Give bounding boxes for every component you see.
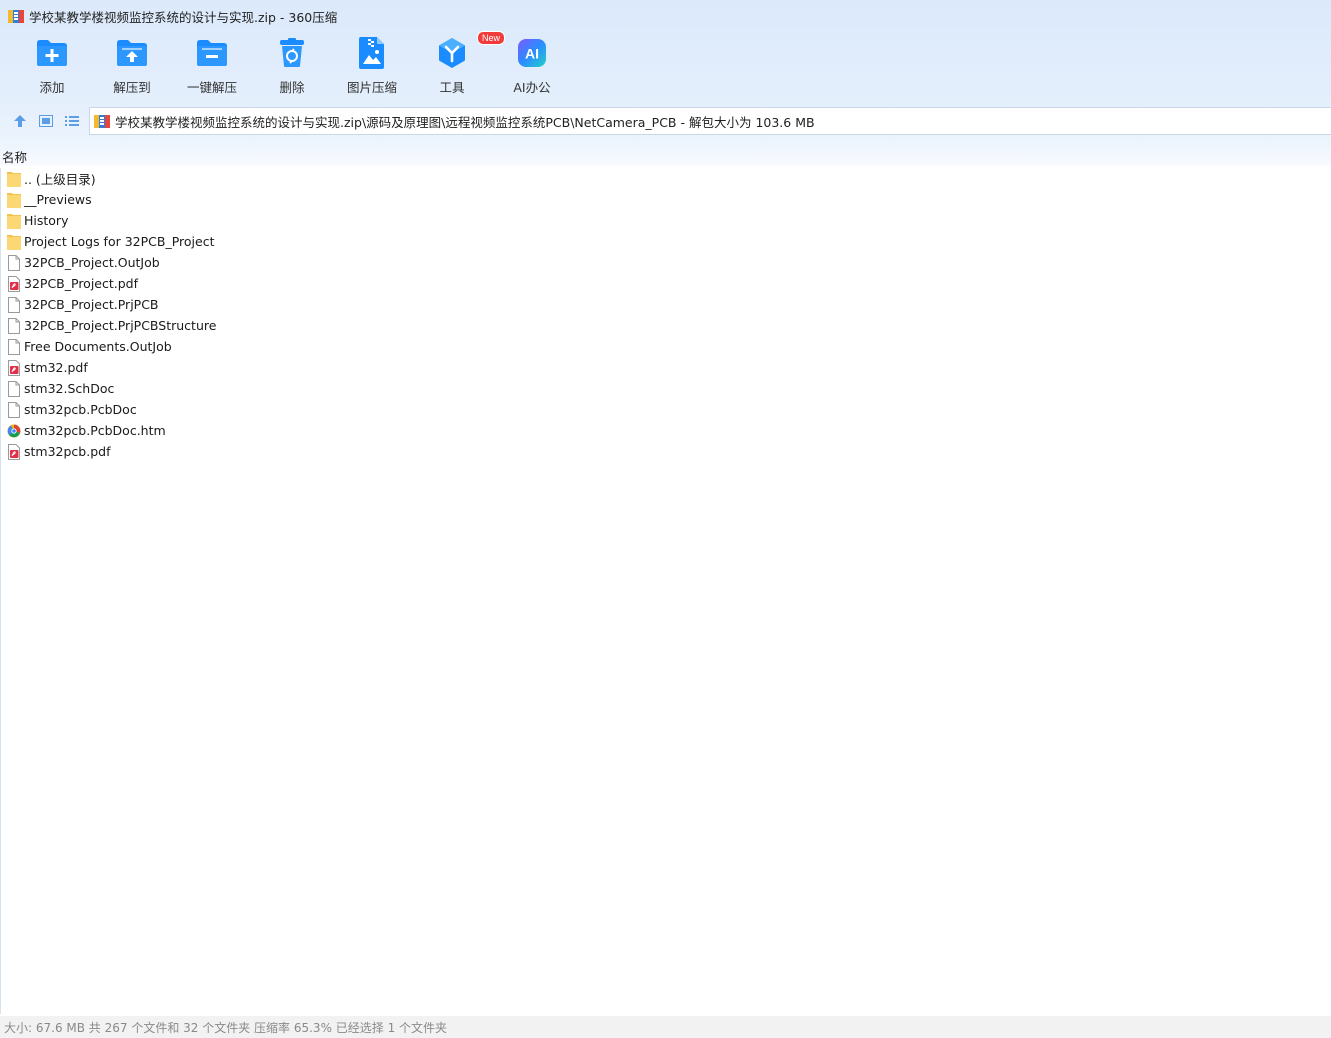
image-compress-icon	[359, 37, 384, 69]
address-bar[interactable]: 学校某教学楼视频监控系统的设计与实现.zip\源码及原理图\远程视频监控系统PC…	[89, 107, 1331, 135]
tools-button[interactable]: New 工具	[412, 31, 506, 98]
column-header: 名称	[0, 146, 1331, 166]
thumbnail-view-button[interactable]	[33, 106, 59, 136]
file-name: Project Logs for 32PCB_Project	[24, 234, 215, 249]
file-list: .. (上级目录) __Previews History Project Logs f…	[0, 168, 1331, 1014]
list-view-icon	[65, 116, 79, 126]
archive-app-icon	[8, 10, 24, 23]
file-row-icon	[6, 423, 22, 439]
file-row-icon	[6, 380, 22, 397]
window-title: 学校某教学楼视频监控系统的设计与实现.zip - 360压缩	[29, 9, 338, 25]
file-row[interactable]: stm32.SchDoc	[1, 378, 1331, 399]
file-name: 32PCB_Project.PrjPCBStructure	[24, 318, 217, 333]
file-row[interactable]: stm32.pdf	[1, 357, 1331, 378]
list-view-button[interactable]	[59, 106, 85, 136]
extract-to-icon	[117, 40, 147, 66]
file-icon	[8, 317, 20, 334]
file-row[interactable]: History	[1, 210, 1331, 231]
column-header-name[interactable]: 名称	[2, 147, 27, 166]
thumbnail-view-icon	[39, 115, 53, 127]
add-label: 添加	[39, 80, 65, 95]
toolbar: 添加 解压到 一键解压 删除 图片压缩 New 工具 AI AI办公	[12, 31, 572, 98]
file-row[interactable]: stm32pcb.pdf	[1, 441, 1331, 462]
extract-to-label: 解压到	[113, 80, 151, 95]
arrow-up-icon	[14, 115, 26, 127]
folder-icon	[7, 192, 21, 208]
up-directory-button[interactable]	[7, 106, 33, 136]
one-click-extract-label: 一键解压	[186, 80, 237, 95]
delete-icon	[280, 38, 304, 67]
web-page-icon	[7, 424, 21, 437]
file-name: .. (上级目录)	[24, 172, 96, 187]
file-row[interactable]: Project Logs for 32PCB_Project	[1, 231, 1331, 252]
add-folder-icon	[37, 40, 67, 66]
file-row-icon	[6, 192, 22, 208]
file-row[interactable]: stm32pcb.PcbDoc	[1, 399, 1331, 420]
tools-icon	[439, 38, 465, 68]
file-name: 32PCB_Project.OutJob	[24, 255, 160, 270]
delete-label: 删除	[279, 80, 305, 95]
add-button[interactable]: 添加	[12, 36, 92, 98]
file-row-icon	[6, 296, 22, 313]
folder-icon	[7, 171, 21, 187]
file-row-icon	[6, 401, 22, 418]
navigation-bar: 学校某教学楼视频监控系统的设计与实现.zip\源码及原理图\远程视频监控系统PC…	[0, 106, 1331, 136]
tools-label: 工具	[439, 80, 465, 95]
pdf-icon	[8, 443, 20, 460]
ai-icon-text: AI	[525, 46, 539, 62]
file-name: 32PCB_Project.pdf	[24, 276, 139, 291]
file-name: 32PCB_Project.PrjPCB	[24, 297, 159, 312]
image-compress-button[interactable]: 图片压缩	[332, 36, 412, 98]
file-name: stm32pcb.PcbDoc	[24, 402, 137, 417]
file-row[interactable]: Free Documents.OutJob	[1, 336, 1331, 357]
file-row-icon	[6, 443, 22, 460]
folder-icon	[7, 213, 21, 229]
file-row-icon	[6, 317, 22, 334]
one-click-extract-icon	[197, 40, 227, 66]
file-name: Free Documents.OutJob	[24, 339, 172, 354]
file-icon	[8, 254, 20, 271]
file-icon	[8, 380, 20, 397]
file-icon	[8, 296, 20, 313]
file-row-icon	[6, 275, 22, 292]
delete-button[interactable]: 删除	[252, 36, 332, 98]
top-area: 学校某教学楼视频监控系统的设计与实现.zip - 360压缩 添加 解压到 一键…	[0, 0, 1331, 146]
archive-path-icon	[94, 115, 110, 128]
file-row-icon	[6, 171, 22, 187]
image-compress-label: 图片压缩	[346, 80, 397, 95]
file-row-icon	[6, 234, 22, 250]
file-row-icon	[6, 213, 22, 229]
pdf-icon	[8, 275, 20, 292]
ai-office-button[interactable]: AI AI办公	[492, 36, 572, 98]
file-row[interactable]: 32PCB_Project.PrjPCBStructure	[1, 315, 1331, 336]
file-name: History	[24, 213, 69, 228]
file-row[interactable]: 32PCB_Project.OutJob	[1, 252, 1331, 273]
file-row[interactable]: stm32pcb.PcbDoc.htm	[1, 420, 1331, 441]
file-name: stm32.SchDoc	[24, 381, 115, 396]
file-name: stm32.pdf	[24, 360, 88, 375]
one-click-extract-button[interactable]: 一键解压	[172, 36, 252, 98]
file-row-icon	[6, 359, 22, 376]
file-name: __Previews	[24, 192, 92, 207]
file-row[interactable]: 32PCB_Project.PrjPCB	[1, 294, 1331, 315]
ai-office-label: AI办公	[513, 80, 551, 95]
file-name: stm32pcb.pdf	[24, 444, 111, 459]
file-icon	[8, 401, 20, 418]
file-icon	[8, 338, 20, 355]
pdf-icon	[8, 359, 20, 376]
file-row[interactable]: 32PCB_Project.pdf	[1, 273, 1331, 294]
title-bar: 学校某教学楼视频监控系统的设计与实现.zip - 360压缩	[0, 0, 1331, 32]
extract-to-button[interactable]: 解压到	[92, 36, 172, 98]
file-row-icon	[6, 338, 22, 355]
status-bar: 大小: 67.6 MB 共 267 个文件和 32 个文件夹 压缩率 65.3%…	[0, 1016, 1331, 1038]
folder-icon	[7, 234, 21, 250]
file-row[interactable]: __Previews	[1, 189, 1331, 210]
file-name: stm32pcb.PcbDoc.htm	[24, 423, 166, 438]
address-path: 学校某教学楼视频监控系统的设计与实现.zip\源码及原理图\远程视频监控系统PC…	[115, 114, 815, 130]
ai-office-icon: AI	[518, 39, 546, 67]
status-text: 大小: 67.6 MB 共 267 个文件和 32 个文件夹 压缩率 65.3%…	[4, 1020, 448, 1035]
file-row[interactable]: .. (上级目录)	[1, 168, 1331, 189]
file-row-icon	[6, 254, 22, 271]
